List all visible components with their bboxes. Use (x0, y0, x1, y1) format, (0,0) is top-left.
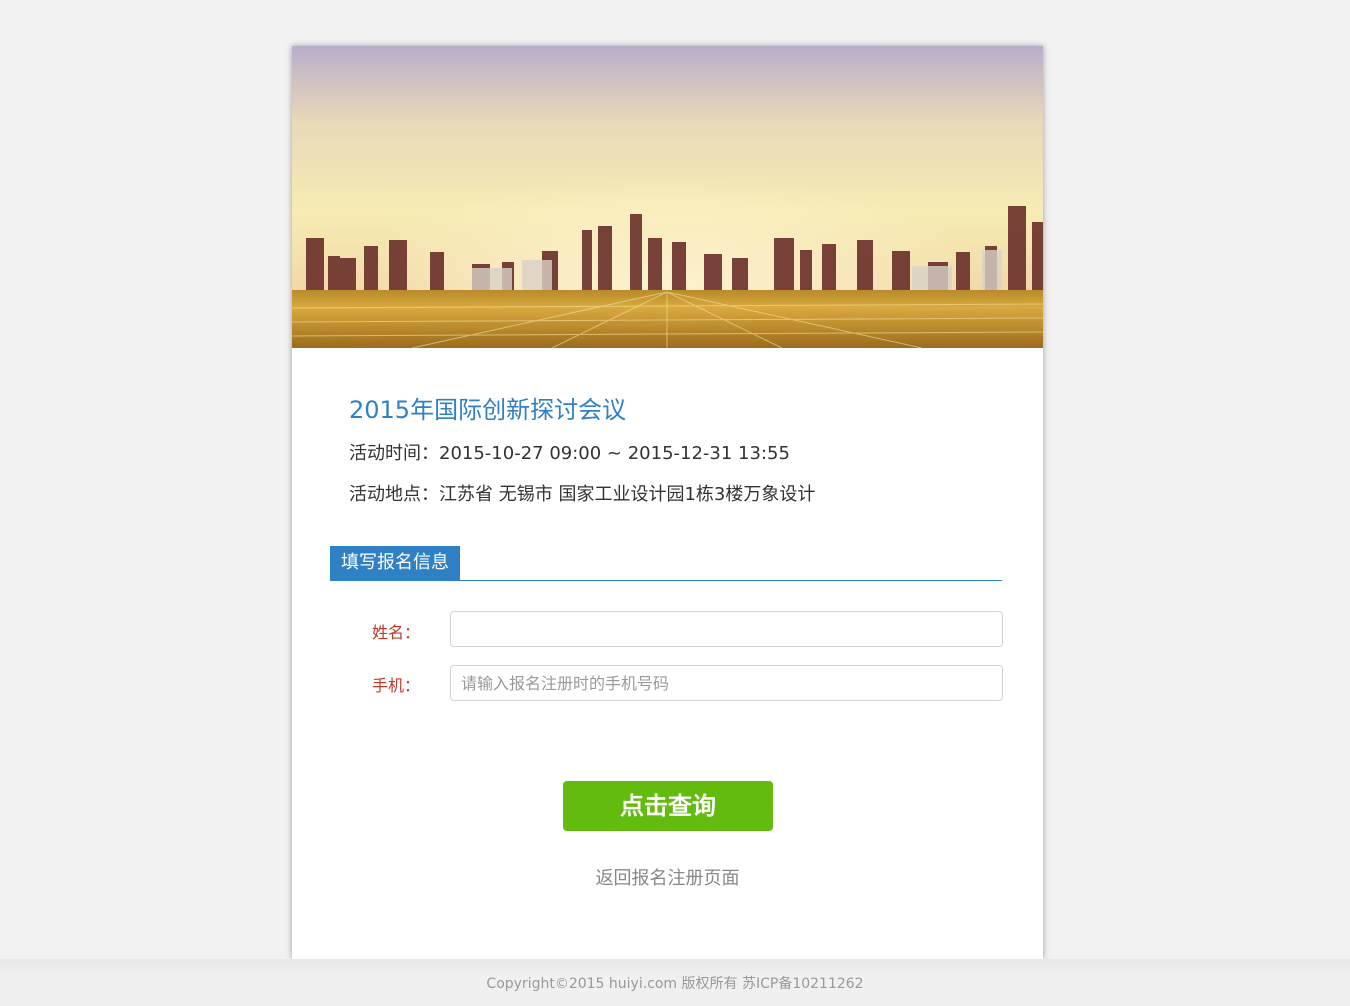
phone-input[interactable] (450, 665, 1003, 701)
form-section-header: 填写报名信息 (330, 546, 1002, 581)
registration-query-card: 2015年国际创新探讨会议 活动时间：2015-10-27 09:00 ~ 20… (292, 46, 1043, 959)
footer: Copyright©2015 huiyi.com 版权所有 苏ICP备10211… (0, 959, 1350, 1006)
page: 2015年国际创新探讨会议 活动时间：2015-10-27 09:00 ~ 20… (0, 0, 1350, 1006)
query-submit-button[interactable]: 点击查询 (563, 781, 773, 831)
phone-label: 手机： (372, 676, 421, 695)
name-label: 姓名： (372, 623, 421, 642)
form-section-title: 填写报名信息 (330, 546, 460, 580)
name-input[interactable] (450, 611, 1003, 647)
city-skyline-banner (292, 46, 1043, 348)
copyright-text: Copyright©2015 huiyi.com 版权所有 苏ICP备10211… (486, 976, 864, 992)
event-title: 2015年国际创新探讨会议 (349, 396, 627, 424)
event-time: 活动时间：2015-10-27 09:00 ~ 2015-12-31 13:55 (349, 443, 790, 464)
return-registration-link[interactable]: 返回报名注册页面 (292, 864, 1043, 890)
event-place: 活动地点：江苏省 无锡市 国家工业设计园1栋3楼万象设计 (349, 484, 816, 505)
city-skyline-image (292, 46, 1043, 348)
